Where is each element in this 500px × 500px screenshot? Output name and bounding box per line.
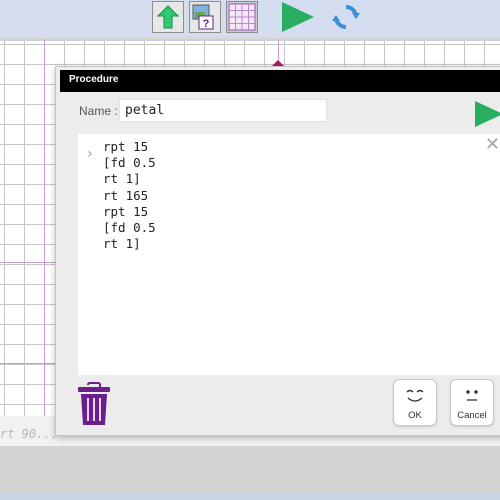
svg-text:?: ?	[203, 18, 210, 30]
top-toolbar: ?	[0, 0, 500, 36]
neutral-face-icon	[466, 390, 478, 401]
image-help-button[interactable]: ?	[189, 1, 221, 33]
bottom-panel	[0, 446, 500, 496]
code-line[interactable]: [fd 0.5	[103, 220, 156, 236]
grid-icon	[228, 3, 256, 31]
upload-button[interactable]	[152, 1, 184, 33]
smile-face-icon	[406, 389, 424, 402]
code-line[interactable]: rt 1]	[103, 171, 156, 187]
play-icon[interactable]	[280, 1, 316, 33]
trash-icon[interactable]	[77, 382, 111, 426]
cancel-button[interactable]: Cancel	[450, 379, 494, 426]
refresh-icon[interactable]	[331, 3, 361, 31]
code-text[interactable]: rpt 15 [fd 0.5 rt 1] rt 165 rpt 15 [fd 0.5 rt …	[103, 139, 156, 252]
ok-button[interactable]: OK	[393, 379, 437, 426]
command-hint: rt 90...	[0, 427, 58, 441]
grid-toggle-button[interactable]	[226, 1, 258, 33]
code-line[interactable]: rpt 15	[103, 204, 156, 220]
image-help-icon: ?	[192, 4, 214, 30]
code-line[interactable]: rt 165	[103, 188, 156, 204]
procedure-name-field[interactable]: petal	[119, 99, 327, 122]
chevron-right-icon: ›	[87, 146, 93, 162]
grid-axis-line	[44, 39, 45, 416]
bottom-bar	[0, 494, 500, 500]
code-line[interactable]: rpt 15	[103, 139, 156, 155]
cancel-label: Cancel	[457, 410, 487, 421]
up-arrow-icon	[156, 5, 180, 29]
procedure-dialog: Procedure Name : petal › ✕ rpt 15 [fd 0.5…	[55, 66, 500, 436]
dialog-title: Procedure	[69, 74, 119, 85]
code-editor[interactable]: › ✕ rpt 15 [fd 0.5 rt 1] rt 165 rpt 15 [fd 0.…	[78, 134, 500, 375]
close-icon[interactable]: ✕	[485, 134, 500, 155]
code-line[interactable]: [fd 0.5	[103, 155, 156, 171]
name-label: Name :	[79, 104, 118, 118]
code-line[interactable]: rt 1]	[103, 236, 156, 252]
ok-label: OK	[408, 410, 422, 421]
run-procedure-icon[interactable]	[474, 100, 500, 128]
dialog-title-bar: Procedure	[60, 70, 500, 92]
